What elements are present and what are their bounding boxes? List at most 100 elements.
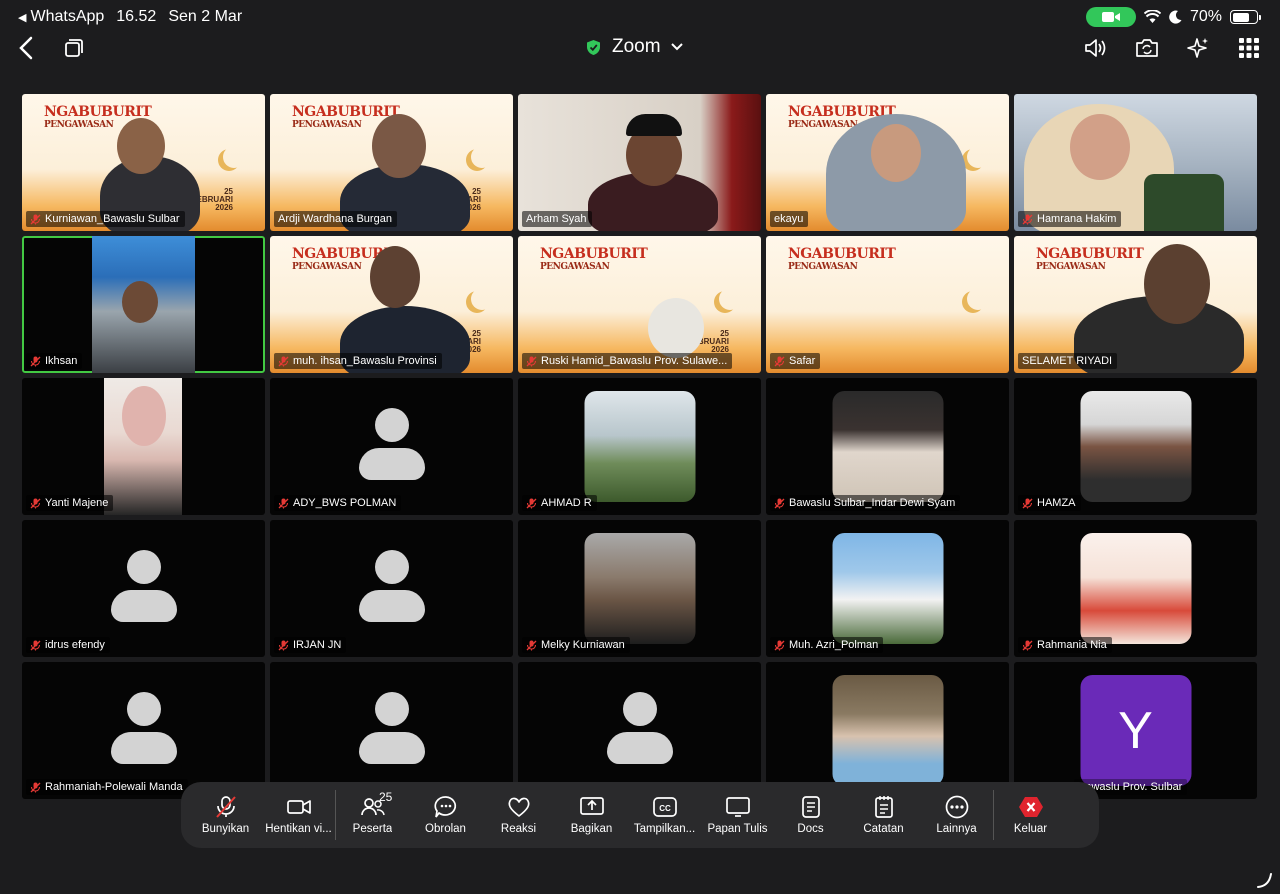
- participant-tile[interactable]: NGABUBURITPENGAWASAN 25FEBRUARI2026 muh.…: [270, 236, 513, 373]
- participant-tile[interactable]: Hamrana Hakim: [1014, 94, 1257, 231]
- document-icon: [801, 796, 820, 818]
- mic-muted-icon: [30, 640, 41, 650]
- participant-tile[interactable]: IRJAN JN: [270, 520, 513, 657]
- participant-tile[interactable]: Arham Syah: [518, 94, 761, 231]
- leave-button[interactable]: Keluar: [994, 782, 1067, 848]
- participant-tile[interactable]: Y Bawaslu Prov. Sulbar: [1014, 662, 1257, 799]
- participant-tile[interactable]: ADY_BWS POLMAN: [270, 378, 513, 515]
- more-dots-icon: [945, 795, 968, 819]
- participant-tile[interactable]: Bawaslu Sulbar_Indar Dewi Syam: [766, 378, 1009, 515]
- profile-photo: [832, 533, 943, 644]
- default-avatar-icon: [357, 550, 427, 630]
- participant-face: [117, 118, 165, 174]
- participant-tile-active-speaker[interactable]: Ikhsan: [22, 236, 265, 373]
- meeting-title-button[interactable]: Zoom: [585, 36, 683, 58]
- participant-face: [648, 298, 704, 358]
- participant-name-label: IRJAN JN: [274, 637, 347, 653]
- participant-tile[interactable]: [766, 662, 1009, 799]
- back-to-app-icon[interactable]: ◀: [18, 11, 26, 24]
- share-button[interactable]: Bagikan: [555, 782, 628, 848]
- participant-tile[interactable]: Rahmaniah-Polewali Manda: [22, 662, 265, 799]
- participant-tile[interactable]: [270, 662, 513, 799]
- mic-muted-icon: [215, 796, 236, 818]
- docs-button[interactable]: Docs: [774, 782, 847, 848]
- speaker-icon[interactable]: [1078, 34, 1114, 62]
- captions-button[interactable]: CC Tampilkan...: [628, 782, 701, 848]
- minimize-window-icon[interactable]: [56, 34, 92, 62]
- chat-bubble-icon: [433, 796, 456, 818]
- profile-photo: [832, 675, 943, 786]
- notes-button[interactable]: Catatan: [847, 782, 920, 848]
- participant-name-label: HAMZA: [1018, 495, 1081, 511]
- participants-button[interactable]: 25 Peserta: [336, 782, 409, 848]
- participant-tile[interactable]: Muh. Azri_Polman: [766, 520, 1009, 657]
- participant-tile[interactable]: AHMAD R: [518, 378, 761, 515]
- resize-corner-icon[interactable]: [1255, 870, 1275, 890]
- switch-camera-icon[interactable]: [1129, 34, 1165, 62]
- mic-muted-icon: [30, 356, 41, 366]
- captions-label: Tampilkan...: [633, 823, 696, 835]
- reactions-label: Reaksi: [500, 823, 537, 835]
- participant-tile[interactable]: Rahmania Nia: [1014, 520, 1257, 657]
- battery-icon: [1230, 10, 1261, 24]
- participant-name-label: Yanti Majene: [26, 495, 114, 511]
- participants-count: 25: [379, 790, 393, 804]
- mic-muted-icon: [30, 782, 41, 792]
- shield-check-icon: [587, 39, 600, 55]
- stop-video-button[interactable]: Hentikan vi...: [262, 782, 335, 848]
- participant-tile[interactable]: Yanti Majene: [22, 378, 265, 515]
- sparkle-ai-icon[interactable]: [1180, 34, 1216, 62]
- closed-captions-icon: CC: [652, 797, 677, 817]
- default-avatar-icon: [357, 692, 427, 772]
- back-to-app-label[interactable]: WhatsApp: [30, 8, 104, 26]
- share-label: Bagikan: [570, 823, 613, 835]
- whiteboard-button[interactable]: Papan Tulis: [701, 782, 774, 848]
- status-date: Sen 2 Mar: [168, 8, 243, 25]
- meeting-toolbar: Bunyikan Hentikan vi... 25 Peserta Obrol…: [181, 782, 1099, 848]
- participant-tile[interactable]: NGABUBURIT PENGAWASAN SELAMET RIYADI: [1014, 236, 1257, 373]
- banner-title: NGABUBURIT PENGAWASAN: [540, 246, 648, 272]
- back-chevron-icon[interactable]: [8, 34, 44, 62]
- mic-muted-icon: [30, 498, 41, 508]
- gallery-grid-icon[interactable]: [1231, 34, 1267, 62]
- participant-gallery: NGABUBURIT PENGAWASAN 25 FEBRUARI 2026 Kurn…: [22, 94, 1259, 800]
- crescent-moon-icon: [967, 146, 989, 168]
- crescent-moon-icon: [471, 288, 493, 310]
- participant-tile[interactable]: idrus efendy: [22, 520, 265, 657]
- participant-name-label: Rahmania Nia: [1018, 637, 1112, 653]
- uniform: [1144, 174, 1224, 231]
- mic-muted-icon: [30, 214, 41, 224]
- participant-tile[interactable]: [518, 662, 761, 799]
- whiteboard-icon: [725, 797, 750, 817]
- crescent-moon-icon: [967, 288, 989, 310]
- participant-tile[interactable]: NGABUBURITPENGAWASAN 25FEBRUARI2026 Ardj…: [270, 94, 513, 231]
- participant-name-label: Bawaslu Sulbar_Indar Dewi Syam: [770, 495, 961, 511]
- video-camera-icon: [286, 800, 311, 814]
- participant-tile[interactable]: NGABUBURIT PENGAWASAN 25 FEBRUARI 2026 Rusk…: [518, 236, 761, 373]
- participant-name-label: muh. ihsan_Bawaslu Provinsi: [274, 353, 442, 369]
- heart-icon: [507, 797, 530, 817]
- mic-muted-icon: [526, 640, 537, 650]
- meeting-title: Zoom: [612, 36, 661, 57]
- mic-muted-icon: [774, 640, 785, 650]
- participant-tile[interactable]: NGABUBURIT PENGAWASAN ekayu: [766, 94, 1009, 231]
- participant-face: [871, 124, 921, 182]
- participant-face: [122, 386, 166, 446]
- leave-label: Keluar: [1013, 823, 1048, 835]
- reactions-button[interactable]: Reaksi: [482, 782, 555, 848]
- crescent-moon-icon: [471, 146, 493, 168]
- chat-button[interactable]: Obrolan: [409, 782, 482, 848]
- more-button[interactable]: Lainnya: [920, 782, 993, 848]
- participant-tile[interactable]: NGABUBURIT PENGAWASAN 25 FEBRUARI 2026 Kurn…: [22, 94, 265, 231]
- participant-tile[interactable]: NGABUBURIT PENGAWASAN Safar: [766, 236, 1009, 373]
- participant-name-label: ADY_BWS POLMAN: [274, 495, 402, 511]
- unmute-button[interactable]: Bunyikan: [189, 782, 262, 848]
- participant-tile[interactable]: HAMZA: [1014, 378, 1257, 515]
- participant-tile[interactable]: Melky Kurniawan: [518, 520, 761, 657]
- participant-name-label: Ardji Wardhana Burgan: [274, 211, 397, 227]
- participant-name-label: ekayu: [770, 211, 809, 227]
- mic-muted-icon: [278, 640, 289, 650]
- participant-name-label: Arham Syah: [522, 211, 592, 227]
- status-bar: ◀ WhatsApp 16.52 Sen 2 Mar 70%: [0, 0, 1280, 34]
- notes-label: Catatan: [863, 823, 904, 835]
